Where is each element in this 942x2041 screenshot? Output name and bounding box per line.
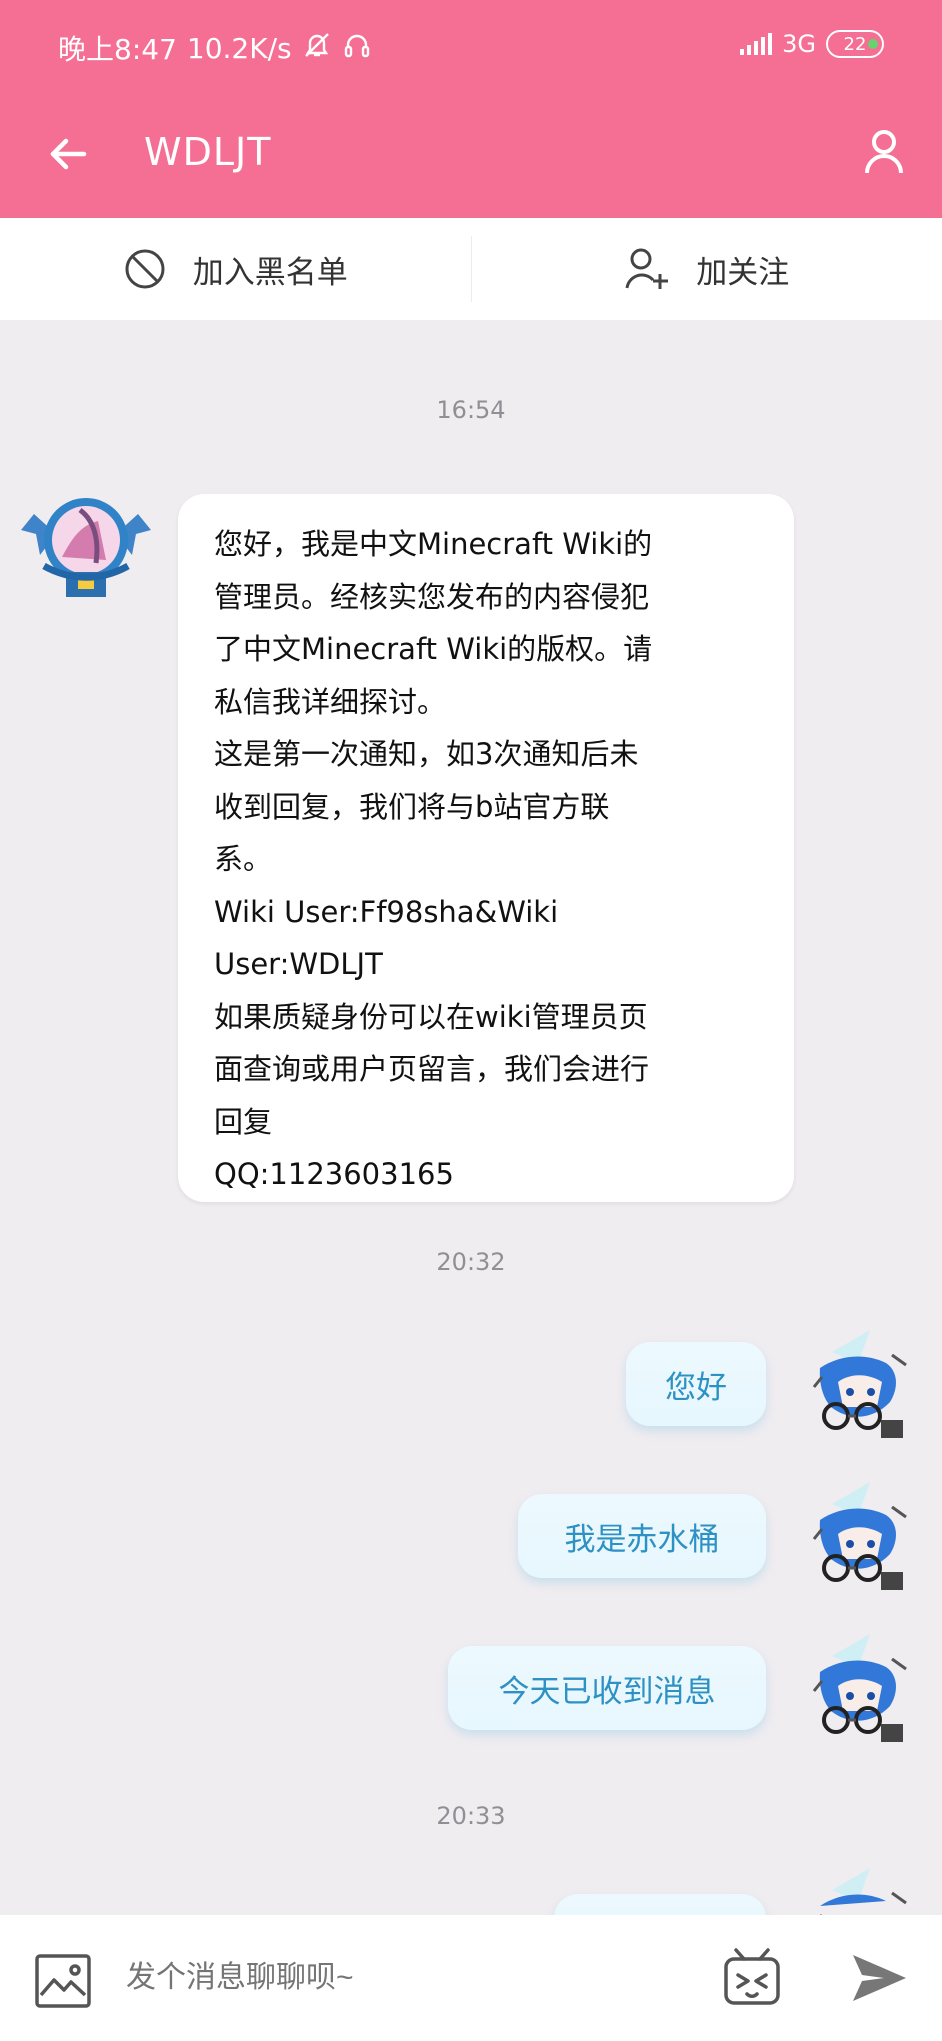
chat-title: WDLJT — [144, 130, 272, 174]
network-type: 3G — [782, 30, 816, 58]
outgoing-message: 您好 — [626, 1342, 766, 1426]
ban-icon — [125, 249, 165, 289]
timestamp: 16:54 — [436, 396, 506, 424]
outgoing-message: 今天已收到消息 — [448, 1646, 766, 1730]
bilibili-emoji-icon — [724, 1948, 780, 2005]
emoji-button[interactable] — [722, 1946, 782, 2008]
follow-label: 加关注 — [696, 254, 790, 291]
status-time: 晚上8:47 — [58, 33, 177, 66]
message-input-bar — [0, 1915, 942, 2041]
user-icon — [865, 130, 903, 174]
user-avatar[interactable] — [810, 1634, 912, 1750]
arrow-left-icon — [50, 138, 87, 170]
battery-level: 22 — [843, 33, 867, 55]
chat-history: 16:54 您好，我是中文Minecraft Wiki的 管理员。经核实您发布的… — [0, 320, 942, 1915]
network-speed: 10.2K/s — [186, 31, 292, 65]
status-right: 3G 22 — [740, 30, 884, 58]
image-icon — [35, 1954, 91, 2008]
profile-button[interactable] — [852, 120, 916, 184]
send-icon — [853, 1955, 906, 2001]
timestamp: 20:33 — [436, 1802, 506, 1830]
incoming-message: 您好，我是中文Minecraft Wiki的 管理员。经核实您发布的内容侵犯 了… — [178, 494, 794, 1202]
image-button[interactable] — [34, 1953, 92, 2009]
send-button[interactable] — [850, 1951, 908, 2005]
signal-icon — [740, 33, 773, 55]
user-avatar[interactable] — [810, 1482, 912, 1598]
user-avatar[interactable] — [810, 1330, 912, 1446]
battery-indicator: 22 — [826, 30, 884, 58]
sender-avatar[interactable] — [18, 490, 154, 606]
outgoing-message: 我是赤水桶 — [518, 1494, 766, 1578]
chat-toolbar: WDLJT — [0, 92, 942, 218]
mute-icon — [302, 30, 332, 67]
follow-button[interactable]: 加关注 — [472, 218, 942, 320]
back-button[interactable] — [40, 126, 96, 182]
status-left: 晚上8:47 10.2K/s — [58, 28, 372, 68]
headphones-icon — [342, 30, 372, 67]
timestamp: 20:32 — [436, 1248, 506, 1276]
blacklist-label: 加入黑名单 — [192, 254, 348, 291]
add-user-icon — [625, 248, 669, 289]
partial-outgoing-message — [554, 1894, 766, 1915]
message-input[interactable] — [126, 1943, 696, 2013]
contact-actions: 加入黑名单 加关注 — [0, 218, 942, 320]
blacklist-button[interactable]: 加入黑名单 — [0, 218, 471, 320]
status-bar: 晚上8:47 10.2K/s 3G 22 — [0, 0, 942, 92]
partial-user-avatar[interactable] — [810, 1868, 912, 1915]
